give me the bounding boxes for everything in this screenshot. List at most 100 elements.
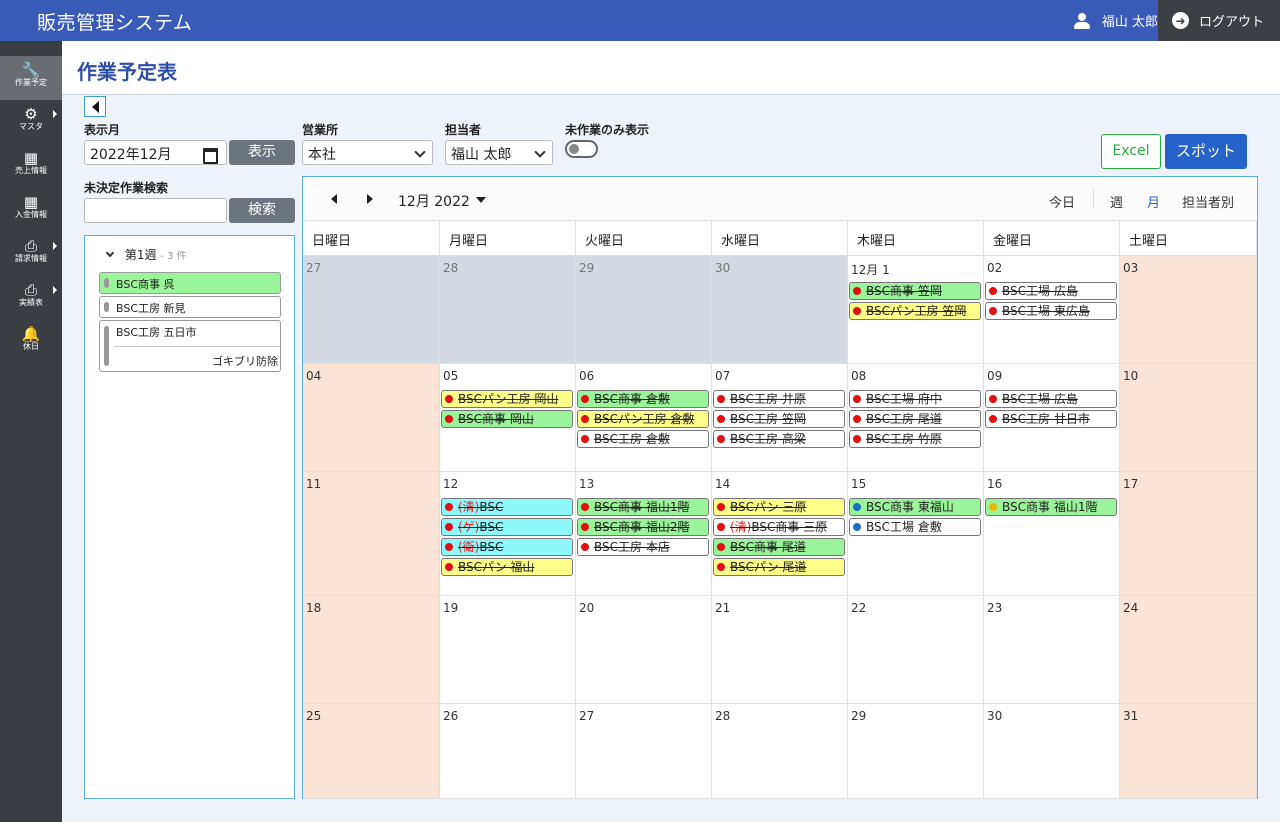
- pending-item[interactable]: BSC工房 新見: [99, 296, 281, 318]
- calendar-event[interactable]: BSCパン 三原: [713, 498, 845, 516]
- sidebar-item-2[interactable]: ▦ 売上情報: [0, 144, 62, 188]
- collapse-panel-button[interactable]: [84, 96, 106, 117]
- calendar-day-cell[interactable]: 27: [576, 704, 712, 799]
- view-staff-button[interactable]: 担当者別: [1182, 192, 1234, 211]
- calendar-day-cell[interactable]: 18: [303, 596, 440, 704]
- calendar-event[interactable]: BSC商事 岡山: [441, 410, 573, 428]
- sidebar-item-6[interactable]: 🔔 休日: [0, 320, 62, 364]
- calendar-day-cell[interactable]: 25: [303, 704, 440, 799]
- unworked-toggle[interactable]: [565, 140, 598, 158]
- search-button[interactable]: 検索: [229, 198, 295, 223]
- calendar-event[interactable]: BSC商事 福山1階: [577, 498, 709, 516]
- calendar-day-cell[interactable]: 30: [984, 704, 1120, 799]
- search-input[interactable]: [84, 198, 227, 223]
- next-month-icon[interactable]: [367, 194, 373, 204]
- spot-button[interactable]: スポット: [1165, 134, 1247, 169]
- staff-select[interactable]: 福山 太郎: [445, 140, 553, 165]
- calendar-day-cell[interactable]: 23: [984, 596, 1120, 704]
- calendar-day-cell[interactable]: 04: [303, 364, 440, 472]
- calendar-event[interactable]: BSC工房 笠岡: [713, 410, 845, 428]
- caret-down-icon[interactable]: [476, 197, 486, 203]
- calendar-event[interactable]: (清)BSC商事 三原: [713, 518, 845, 536]
- calendar-event[interactable]: BSC工房 尾道: [849, 410, 981, 428]
- calendar-day-cell[interactable]: 22: [848, 596, 984, 704]
- calendar-event[interactable]: BSC商事 倉敷: [577, 390, 709, 408]
- calendar-event[interactable]: BSC商事 福山2階: [577, 518, 709, 536]
- calendar-event[interactable]: BSC商事 尾道: [713, 538, 845, 556]
- calendar-day-cell[interactable]: 16 BSC商事 福山1階: [984, 472, 1120, 596]
- week-group-1[interactable]: 第1週 - 3 件: [105, 246, 187, 263]
- pending-item[interactable]: BSC商事 呉: [99, 272, 281, 294]
- calendar-day-cell[interactable]: 12 (清)BSC (ゲ)BSC (衛)BSC BSCパン 福山: [440, 472, 576, 596]
- calendar-event[interactable]: BSC工場 府中: [849, 390, 981, 408]
- calendar-event[interactable]: BSCパン工房 笠岡: [849, 302, 981, 320]
- calendar-day-cell[interactable]: 21: [712, 596, 848, 704]
- calendar-event[interactable]: BSC工房 竹原: [849, 430, 981, 448]
- calendar-day-cell[interactable]: 31: [1120, 704, 1257, 799]
- calendar-event[interactable]: BSC工場 広島: [985, 390, 1117, 408]
- calendar-day-cell[interactable]: 03: [1120, 256, 1257, 364]
- calendar-event[interactable]: (ゲ)BSC: [441, 518, 573, 536]
- calendar-day-cell[interactable]: 09 BSC工場 広島 BSC工房 廿日市: [984, 364, 1120, 472]
- calendar-day-cell[interactable]: 06 BSC商事 倉敷 BSCパン工房 倉敷 BSC工房 倉敷: [576, 364, 712, 472]
- office-select[interactable]: 本社: [302, 140, 433, 165]
- prev-month-icon[interactable]: [331, 194, 337, 204]
- view-week-button[interactable]: 週: [1110, 192, 1123, 211]
- calendar-day-cell[interactable]: 29: [576, 256, 712, 364]
- today-button[interactable]: 今日: [1049, 192, 1075, 211]
- calendar-day-cell[interactable]: 26: [440, 704, 576, 799]
- calendar-day-cell[interactable]: 07 BSC工房 井原 BSC工房 笠岡 BSC工房 高梁: [712, 364, 848, 472]
- calendar-day-cell[interactable]: 30: [712, 256, 848, 364]
- calendar-event[interactable]: (衛)BSC: [441, 538, 573, 556]
- calendar-day-cell[interactable]: 20: [576, 596, 712, 704]
- calendar-event[interactable]: BSCパン 尾道: [713, 558, 845, 576]
- calendar-day-cell[interactable]: 24: [1120, 596, 1257, 704]
- calendar-event[interactable]: BSC工場 倉敷: [849, 518, 981, 536]
- calendar-day-cell[interactable]: 08 BSC工場 府中 BSC工房 尾道 BSC工房 竹原: [848, 364, 984, 472]
- calendar-event[interactable]: BSC商事 福山1階: [985, 498, 1117, 516]
- calendar-day-cell[interactable]: 13 BSC商事 福山1階 BSC商事 福山2階 BSC工房 本店: [576, 472, 712, 596]
- logout-button[interactable]: ➜ ログアウト: [1158, 0, 1280, 41]
- calendar-day-cell[interactable]: 28: [712, 704, 848, 799]
- day-number: 10: [1123, 369, 1139, 383]
- view-month-button[interactable]: 月: [1147, 192, 1160, 211]
- sidebar-item-5[interactable]: ⎙ 実績表: [0, 276, 62, 320]
- weekday-label: 火曜日: [576, 221, 712, 256]
- calendar-day-cell[interactable]: 17: [1120, 472, 1257, 596]
- user-menu[interactable]: 福山 太郎: [1073, 0, 1158, 41]
- calendar-event[interactable]: BSC工場 東広島: [985, 302, 1117, 320]
- calendar-event[interactable]: BSC工場 広島: [985, 282, 1117, 300]
- sidebar-item-3[interactable]: ▦ 入金情報: [0, 188, 62, 232]
- calendar-day-cell[interactable]: 28: [440, 256, 576, 364]
- excel-button[interactable]: Excel: [1101, 134, 1161, 169]
- sidebar-item-1[interactable]: ⚙ マスタ: [0, 100, 62, 144]
- calendar-day-cell[interactable]: 05 BSCパン工房 岡山 BSC商事 岡山: [440, 364, 576, 472]
- calendar-event[interactable]: BSCパン工房 倉敷: [577, 410, 709, 428]
- sidebar-item-label: 請求情報: [15, 254, 47, 263]
- calendar-event[interactable]: (清)BSC: [441, 498, 573, 516]
- month-input[interactable]: 2022年12月: [84, 140, 227, 165]
- calendar-event[interactable]: BSC工房 井原: [713, 390, 845, 408]
- calendar-event[interactable]: BSC商事 東福山: [849, 498, 981, 516]
- calendar-event[interactable]: BSC工房 廿日市: [985, 410, 1117, 428]
- calendar-event[interactable]: BSCパン工房 岡山: [441, 390, 573, 408]
- calendar-event[interactable]: BSC工房 高梁: [713, 430, 845, 448]
- calendar-day-cell[interactable]: 14 BSCパン 三原 (清)BSC商事 三原 BSC商事 尾道 BSCパン 尾道: [712, 472, 848, 596]
- calendar-day-cell[interactable]: 27: [303, 256, 440, 364]
- sidebar-item-4[interactable]: ⎙ 請求情報: [0, 232, 62, 276]
- calendar-month-label[interactable]: 12月 2022: [398, 191, 470, 211]
- calendar-day-cell[interactable]: 10: [1120, 364, 1257, 472]
- calendar-event[interactable]: BSC商事 笠岡: [849, 282, 981, 300]
- calendar-day-cell[interactable]: 15 BSC商事 東福山 BSC工場 倉敷: [848, 472, 984, 596]
- calendar-day-cell[interactable]: 29: [848, 704, 984, 799]
- calendar-day-cell[interactable]: 12月 1 BSC商事 笠岡 BSCパン工房 笠岡: [848, 256, 984, 364]
- calendar-event[interactable]: BSC工房 本店: [577, 538, 709, 556]
- pending-item[interactable]: BSC工房 五日市 ゴキブリ防除: [99, 320, 281, 372]
- calendar-event[interactable]: BSC工房 倉敷: [577, 430, 709, 448]
- calendar-day-cell[interactable]: 02 BSC工場 広島 BSC工場 東広島: [984, 256, 1120, 364]
- calendar-event[interactable]: BSCパン 福山: [441, 558, 573, 576]
- calendar-day-cell[interactable]: 19: [440, 596, 576, 704]
- sidebar-item-0[interactable]: 🔧 作業予定: [0, 56, 62, 100]
- show-button[interactable]: 表示: [229, 140, 295, 165]
- calendar-day-cell[interactable]: 11: [303, 472, 440, 596]
